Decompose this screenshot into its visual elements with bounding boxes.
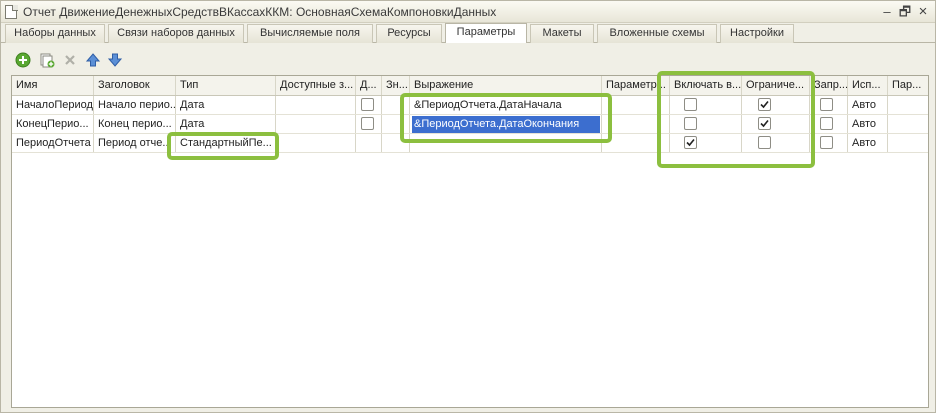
cell-d[interactable]: [356, 134, 382, 152]
cell-name[interactable]: КонецПерио...: [12, 115, 94, 133]
cell-available[interactable]: [276, 115, 356, 133]
forbid-checkbox[interactable]: [820, 98, 833, 111]
header-type[interactable]: Тип: [176, 76, 276, 95]
cell-type[interactable]: Дата: [176, 96, 276, 114]
cell-name[interactable]: ПериодОтчета: [12, 134, 94, 152]
cell-forbid[interactable]: [810, 134, 848, 152]
cell-available[interactable]: [276, 96, 356, 114]
tab-resources[interactable]: Ресурсы: [376, 24, 442, 43]
cell-forbid[interactable]: [810, 115, 848, 133]
move-down-icon[interactable]: [107, 52, 123, 68]
forbid-checkbox[interactable]: [820, 136, 833, 149]
cell-title[interactable]: Начало перио...: [94, 96, 176, 114]
header-par[interactable]: Пар...: [888, 76, 928, 95]
tab-calculated-fields[interactable]: Вычисляемые поля: [247, 24, 373, 43]
cell-par[interactable]: [888, 115, 928, 133]
expression-highlight: [400, 93, 612, 143]
delete-icon[interactable]: [62, 52, 78, 68]
d-checkbox[interactable]: [361, 117, 374, 130]
tab-data-set-links[interactable]: Связи наборов данных: [108, 24, 244, 43]
header-d[interactable]: Д...: [356, 76, 382, 95]
copy-icon[interactable]: [39, 52, 55, 68]
cell-d[interactable]: [356, 115, 382, 133]
cell-par[interactable]: [888, 96, 928, 114]
type-highlight: [167, 132, 279, 160]
cell-use[interactable]: Авто: [848, 134, 888, 152]
header-available-values[interactable]: Доступные з...: [276, 76, 356, 95]
minimize-button[interactable]: –: [879, 4, 895, 20]
cell-name[interactable]: НачалоПериод...: [12, 96, 94, 114]
title-bar: Отчет ДвижениеДенежныхСредствВКассахККМ:…: [1, 1, 935, 23]
cell-par[interactable]: [888, 134, 928, 152]
header-use[interactable]: Исп...: [848, 76, 888, 95]
toolbar: [1, 43, 935, 73]
window-title: Отчет ДвижениеДенежныхСредствВКассахККМ:…: [23, 5, 497, 19]
parameters-table[interactable]: Имя Заголовок Тип Доступные з... Д... Зн…: [11, 71, 929, 408]
cell-d[interactable]: [356, 96, 382, 114]
d-checkbox[interactable]: [361, 98, 374, 111]
close-button[interactable]: ×: [915, 4, 931, 20]
cell-title[interactable]: Период отче...: [94, 134, 176, 152]
cell-title[interactable]: Конец перио...: [94, 115, 176, 133]
move-up-icon[interactable]: [85, 52, 101, 68]
tab-parameters[interactable]: Параметры: [445, 23, 527, 43]
add-icon[interactable]: [15, 52, 31, 68]
tab-nested-schemes[interactable]: Вложенные схемы: [597, 24, 717, 43]
cell-type[interactable]: Дата: [176, 115, 276, 133]
document-icon: [5, 5, 18, 19]
header-name[interactable]: Имя: [12, 76, 94, 95]
header-title[interactable]: Заголовок: [94, 76, 176, 95]
forbid-checkbox[interactable]: [820, 117, 833, 130]
cell-available[interactable]: [276, 134, 356, 152]
cell-use[interactable]: Авто: [848, 115, 888, 133]
restore-button[interactable]: 🗗: [897, 4, 913, 20]
tab-data-sets[interactable]: Наборы данных: [5, 24, 105, 43]
tab-layouts[interactable]: Макеты: [530, 24, 594, 43]
tab-bar: Наборы данных Связи наборов данных Вычис…: [1, 23, 935, 43]
header-forbid[interactable]: Запр...: [810, 76, 848, 95]
report-window: Отчет ДвижениеДенежныхСредствВКассахККМ:…: [0, 0, 936, 413]
cell-forbid[interactable]: [810, 96, 848, 114]
tab-settings[interactable]: Настройки: [720, 24, 794, 43]
cell-use[interactable]: Авто: [848, 96, 888, 114]
checkbox-columns-highlight: [657, 71, 815, 168]
